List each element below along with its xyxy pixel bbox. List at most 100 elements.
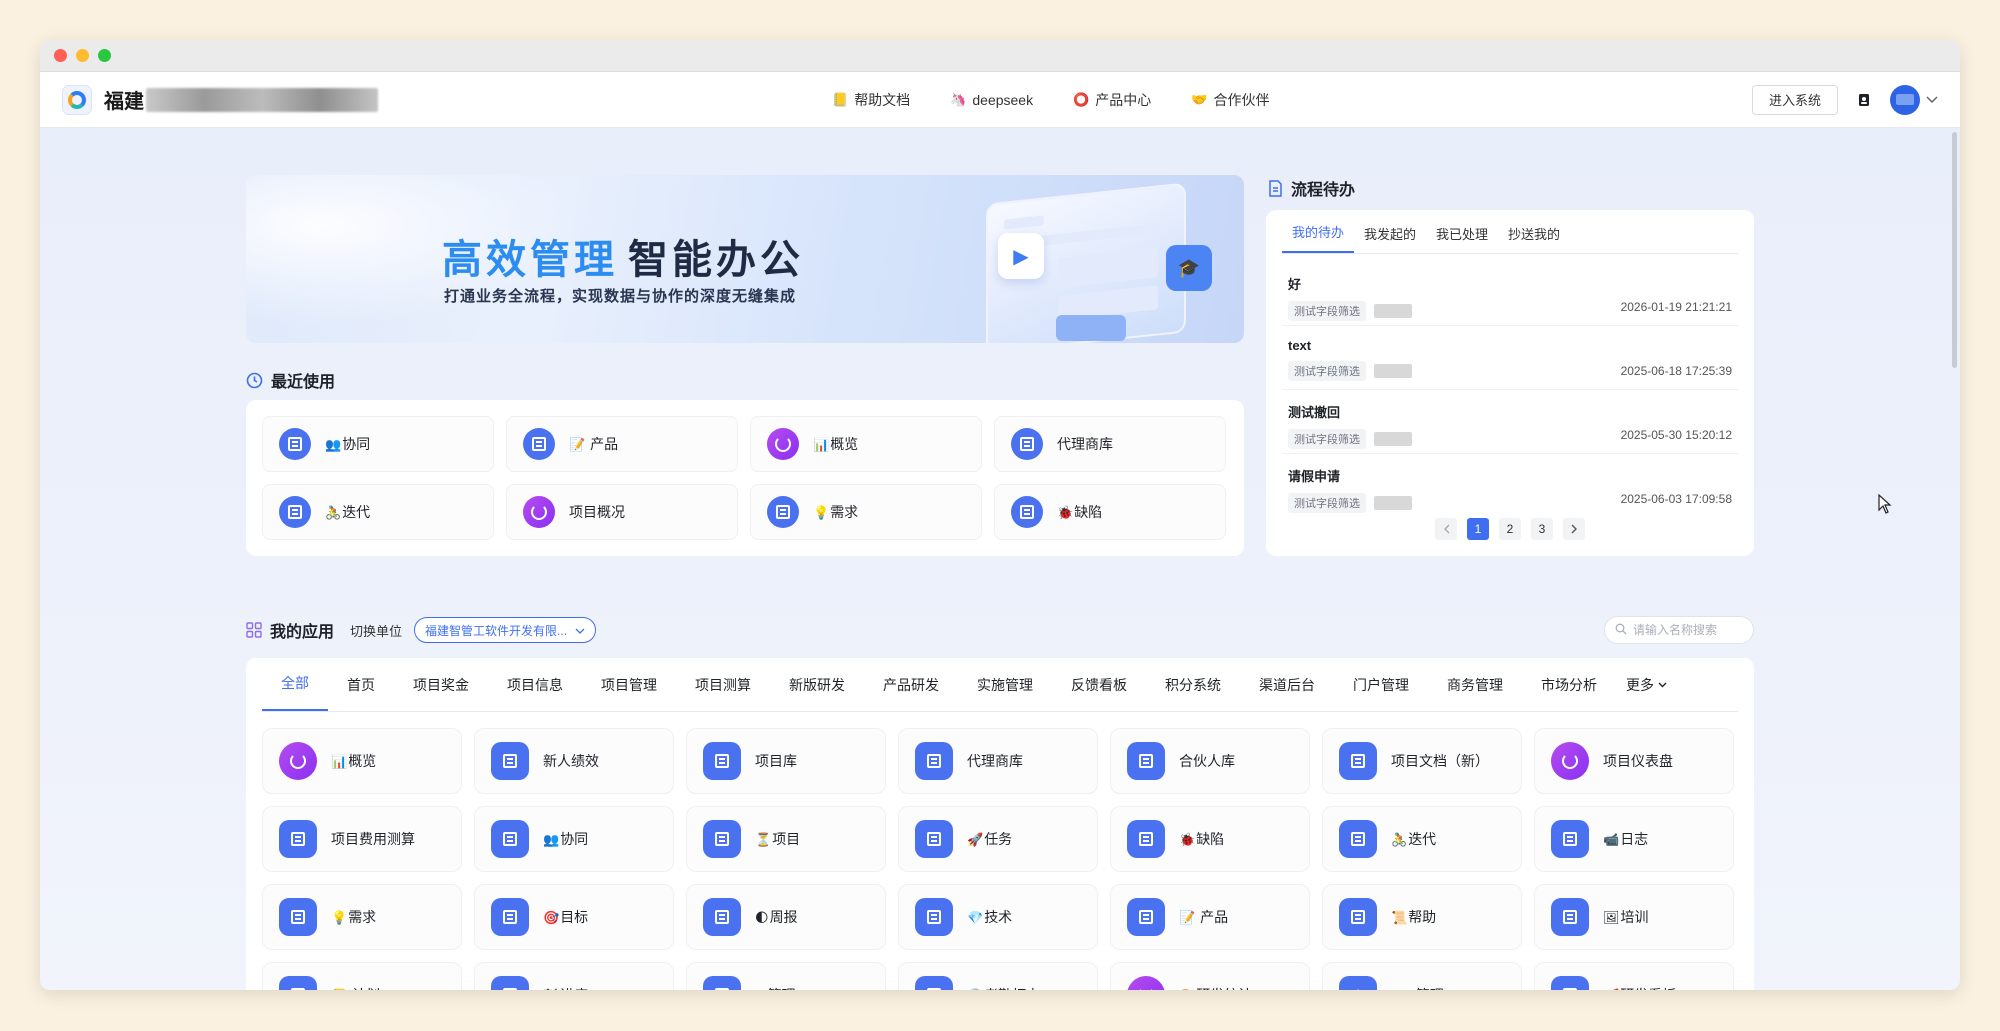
- category-tab[interactable]: 商务管理: [1428, 675, 1522, 711]
- category-tab[interactable]: 项目测算: [676, 675, 770, 711]
- tab-my-todo[interactable]: 我的待办: [1282, 222, 1355, 253]
- recent-app-item[interactable]: 🐞缺陷: [994, 484, 1226, 540]
- app-card-label: 💡需求: [331, 907, 376, 927]
- app-card-label: 💎技术: [967, 907, 1012, 927]
- app-card[interactable]: 🎯目标: [474, 884, 674, 950]
- recent-app-item[interactable]: 项目概况: [506, 484, 738, 540]
- todo-item[interactable]: 好测试字段筛选 2026-01-19 21:21:21: [1282, 262, 1738, 326]
- app-card[interactable]: 👥协同: [474, 806, 674, 872]
- page-1-button[interactable]: 1: [1467, 518, 1489, 540]
- todo-item[interactable]: 测试撤回 测试字段筛选 2025-05-30 15:20:12: [1282, 390, 1738, 454]
- nav-product-center[interactable]: ⭕ 产品中心: [1073, 90, 1151, 110]
- recent-app-item[interactable]: 📊概览: [750, 416, 982, 472]
- nav-deepseek[interactable]: 🦄 deepseek: [950, 92, 1033, 108]
- app-card[interactable]: 项目仪表盘: [1534, 728, 1734, 794]
- category-tab[interactable]: 门户管理: [1334, 675, 1428, 711]
- category-tab[interactable]: 项目奖金: [394, 675, 488, 711]
- document-icon: [703, 820, 741, 858]
- category-tab[interactable]: 渠道后台: [1240, 675, 1334, 711]
- prev-page-button[interactable]: [1435, 518, 1457, 540]
- app-card[interactable]: 📊概览: [262, 728, 462, 794]
- app-card[interactable]: 🚴迭代: [1322, 806, 1522, 872]
- app-card[interactable]: 代理商库: [898, 728, 1098, 794]
- recent-app-item[interactable]: 代理商库: [994, 416, 1226, 472]
- category-tab[interactable]: 首页: [328, 675, 394, 711]
- app-card[interactable]: 🖼培训: [1534, 884, 1734, 950]
- next-page-button[interactable]: [1563, 518, 1585, 540]
- recent-app-item[interactable]: 👥协同: [262, 416, 494, 472]
- recent-app-item[interactable]: 🚴迭代: [262, 484, 494, 540]
- app-label-text: 概览: [348, 753, 377, 769]
- document-glyph: [927, 988, 941, 990]
- document-glyph: [1139, 754, 1153, 768]
- page-scrollbar[interactable]: [1952, 132, 1957, 368]
- app-card[interactable]: ✸ Bug管理: [1322, 962, 1522, 990]
- app-card[interactable]: 💎技术: [898, 884, 1098, 950]
- app-category-tabs: 全部 首页 项目奖金 项目信息 项目管理 项目测算 新版研发 产品研发 实施管理 反馈看板 积分系统…: [262, 658, 1738, 712]
- enter-system-button[interactable]: 进入系统: [1751, 84, 1838, 115]
- category-tab[interactable]: 积分系统: [1146, 675, 1240, 711]
- navbar-right: 进入系统: [1751, 72, 1938, 128]
- category-tab[interactable]: 项目信息: [488, 675, 582, 711]
- todo-item[interactable]: text 测试字段筛选 2025-06-18 17:25:39: [1282, 326, 1738, 390]
- document-glyph: [532, 437, 546, 451]
- app-card[interactable]: ⚙管理: [686, 962, 886, 990]
- maximize-window-button[interactable]: [98, 49, 111, 62]
- document-glyph: [927, 832, 941, 846]
- app-card[interactable]: 项目费用测算: [262, 806, 462, 872]
- nav-help-docs[interactable]: 📒 帮助文档: [832, 90, 910, 110]
- document-icon: [491, 898, 529, 936]
- category-tab[interactable]: 全部: [262, 673, 328, 711]
- app-card[interactable]: 🚀任务: [898, 806, 1098, 872]
- app-card[interactable]: 🚀研发看板: [1534, 962, 1734, 990]
- app-card[interactable]: 📹日志: [1534, 806, 1734, 872]
- recent-app-item[interactable]: 📝 产品: [506, 416, 738, 472]
- recent-section-title: 最近使用: [246, 368, 335, 392]
- user-menu[interactable]: [1890, 84, 1938, 115]
- app-card[interactable]: 合伙人库: [1110, 728, 1310, 794]
- recent-app-item[interactable]: 💡需求: [750, 484, 982, 540]
- category-tab[interactable]: 实施管理: [958, 675, 1052, 711]
- category-tab[interactable]: 产品研发: [864, 675, 958, 711]
- app-card[interactable]: 项目库: [686, 728, 886, 794]
- search-icon: [1615, 623, 1627, 638]
- app-card[interactable]: 🏁进度: [474, 962, 674, 990]
- avatar[interactable]: [1890, 84, 1920, 115]
- app-card[interactable]: 📝 产品: [1110, 884, 1310, 950]
- app-card[interactable]: 💡需求: [262, 884, 462, 950]
- category-tab[interactable]: 新版研发: [770, 675, 864, 711]
- app-card[interactable]: 新人绩效: [474, 728, 674, 794]
- document-glyph: [288, 437, 302, 451]
- minimize-window-button[interactable]: [76, 49, 89, 62]
- contact-book-icon[interactable]: [1856, 92, 1872, 108]
- category-tab[interactable]: 反馈看板: [1052, 675, 1146, 711]
- tab-processed[interactable]: 我已处理: [1426, 224, 1498, 253]
- page-2-button[interactable]: 2: [1499, 518, 1521, 540]
- category-tab[interactable]: 市场分析: [1522, 675, 1616, 711]
- tab-initiated[interactable]: 我发起的: [1354, 224, 1426, 253]
- document-icon: [1551, 898, 1589, 936]
- todo-item[interactable]: 请假申请 测试字段筛选 2025-06-03 17:09:58: [1282, 454, 1738, 518]
- app-card[interactable]: 📒 计划: [262, 962, 462, 990]
- app-card-label: 🐞缺陷: [1179, 829, 1224, 849]
- close-window-button[interactable]: [54, 49, 67, 62]
- unit-select[interactable]: 福建智管工软件开发有限...: [414, 617, 597, 643]
- app-card[interactable]: 项目文档（新）: [1322, 728, 1522, 794]
- page-3-button[interactable]: 3: [1531, 518, 1553, 540]
- app-card[interactable]: ⏳项目: [686, 806, 886, 872]
- app-card[interactable]: 🎨研发统计: [1110, 962, 1310, 990]
- category-more-button[interactable]: 更多: [1616, 675, 1677, 711]
- nav-partners[interactable]: 🤝 合作伙伴: [1191, 90, 1269, 110]
- category-tab[interactable]: 项目管理: [582, 675, 676, 711]
- app-card[interactable]: 🕘考勤打卡: [898, 962, 1098, 990]
- app-card[interactable]: 🌓周报: [686, 884, 886, 950]
- app-card[interactable]: 🐞缺陷: [1110, 806, 1310, 872]
- app-card[interactable]: 📜帮助: [1322, 884, 1522, 950]
- tab-cc-me[interactable]: 抄送我的: [1498, 224, 1570, 253]
- nav-label: 产品中心: [1095, 91, 1152, 108]
- app-search-input[interactable]: [1633, 623, 1743, 637]
- app-logo[interactable]: [62, 84, 92, 115]
- document-glyph: [1351, 832, 1365, 846]
- document-icon: [915, 976, 953, 990]
- todo-tag: 测试字段筛选: [1288, 361, 1366, 381]
